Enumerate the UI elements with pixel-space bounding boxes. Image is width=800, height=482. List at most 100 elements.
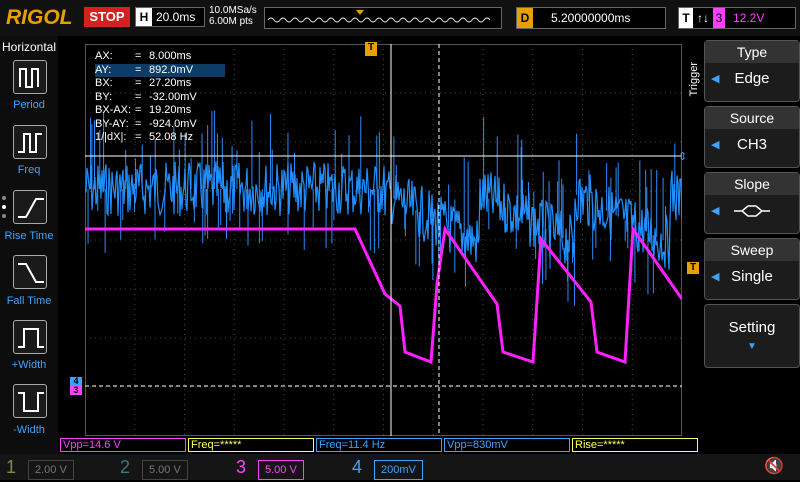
fall-time-icon (18, 263, 44, 283)
negative-width-icon (18, 392, 44, 412)
run-stop-status[interactable]: STOP (84, 7, 130, 27)
negative-width-button[interactable] (13, 384, 47, 418)
readout-value: 52.08 Hz (149, 131, 194, 143)
channel-3-button[interactable]: 3 5.00 V (236, 454, 346, 480)
measurement-item[interactable]: Vpp=14.6 V (60, 438, 186, 452)
sweep-arrow-icon: ◀ (711, 271, 720, 283)
rise-time-button[interactable] (13, 190, 47, 224)
readout-key: BY: (95, 90, 113, 103)
readout-equals: = (135, 117, 142, 130)
trigger-source-button[interactable]: Source ◀ CH3 (704, 106, 800, 168)
trigger-sweep-button[interactable]: Sweep ◀ Single (704, 238, 800, 300)
channel-4-scale: 200mV (374, 460, 423, 480)
channel-1-button[interactable]: 1 2.00 V (6, 454, 116, 480)
readout-equals: = (135, 50, 142, 62)
readout-value: 19.20ms (149, 104, 192, 116)
measurement-item[interactable]: Vpp=830mV (444, 438, 570, 452)
brand-logo: RIGOL (6, 6, 73, 29)
either-edge-icon (734, 205, 770, 217)
positive-width-label: +Width (11, 359, 47, 371)
trigger-level-marker[interactable]: T (687, 262, 699, 274)
channel-3-scale: 5.00 V (258, 460, 304, 480)
trigger-edge-icon: ↑↓ (697, 11, 709, 25)
readout-key: AX: (95, 50, 113, 62)
horizontal-label: H (136, 8, 152, 26)
readout-key: AY: (95, 63, 112, 76)
fall-time-button[interactable] (13, 255, 47, 289)
cursor-readout-row: AX: = 8.000ms (95, 50, 225, 64)
measurement-item[interactable]: Freq=***** (188, 438, 314, 452)
sample-info: 10.0MSa/s 6.00M pts (209, 5, 257, 27)
freq-button[interactable] (13, 125, 47, 159)
measurement-item[interactable]: Freq=11.4 Hz (316, 438, 442, 452)
memory-overview[interactable] (264, 7, 502, 29)
source-value: CH3 (736, 136, 767, 153)
readout-value: -32.00mV (149, 90, 197, 103)
channel-4-button[interactable]: 4 200mV (352, 454, 462, 480)
readout-equals: = (135, 131, 142, 143)
positive-width-icon (18, 328, 44, 348)
trigger-level: 12.2V (733, 11, 765, 25)
cursor-readout-row: BX-AX: = 19.20ms (95, 104, 225, 118)
trigger-status[interactable]: T ↑↓ 3 12.2V (678, 7, 796, 29)
sweep-title: Sweep (705, 239, 799, 261)
readout-equals: = (135, 77, 142, 89)
fall-time-label: Fall Time (6, 295, 52, 307)
cursor-readout-row: BX: = 27.20ms (95, 77, 225, 91)
readout-value: 8.000ms (149, 50, 192, 62)
readout-value: -924.0mV (149, 117, 197, 130)
ch3-ground-marker[interactable]: 3 (70, 386, 82, 395)
negative-width-label: -Width (13, 424, 45, 436)
rise-time-label: Rise Time (4, 230, 54, 242)
positive-width-button[interactable] (13, 320, 47, 354)
rise-time-icon (18, 198, 44, 218)
readout-key: BY-AY: (95, 117, 129, 130)
channel-2-number: 2 (120, 457, 131, 477)
panel-title: Horizontal (2, 40, 57, 54)
delay-label: D (517, 8, 533, 28)
readout-key: 1/|dX|: (95, 131, 127, 143)
memory-depth: 6.00M pts (209, 16, 253, 27)
cursor-readout: AX: = 8.000ms AY: = 892.0mV BX: = 27.20ms BY: = -32… (95, 50, 225, 158)
cursor-a-handle-icon[interactable]: ⇕ (678, 150, 687, 163)
trigger-position-marker[interactable]: T (365, 42, 377, 56)
timebase-value: 20.0ms (156, 10, 196, 24)
channel-1-scale: 2.00 V (28, 460, 74, 480)
trigger-delay[interactable]: D 5.20000000ms (516, 7, 666, 29)
slope-arrow-icon: ◀ (711, 205, 720, 217)
readout-key: BX: (95, 77, 113, 89)
source-title: Source (705, 107, 799, 129)
cursor-readout-row: BY: = -32.00mV (95, 91, 225, 105)
readout-equals: = (135, 104, 142, 116)
channel-3-number: 3 (236, 457, 247, 477)
setting-expand-icon: ▼ (747, 341, 757, 352)
cursor-readout-row: AY: = 892.0mV (95, 63, 225, 77)
trigger-menu-label: Trigger (688, 62, 700, 97)
readout-key: BX-AX: (95, 104, 132, 116)
source-arrow-icon: ◀ (711, 139, 720, 151)
freq-label: Freq (17, 164, 41, 176)
trigger-setting-button[interactable]: Setting ▼ (704, 304, 800, 368)
channel-1-number: 1 (6, 457, 17, 477)
period-button[interactable] (13, 60, 47, 94)
sample-rate: 10.0MSa/s (209, 5, 257, 16)
trigger-channel-badge: 3 (713, 8, 725, 28)
readout-value: 892.0mV (149, 63, 194, 76)
period-label: Period (13, 99, 45, 111)
trigger-menu: Type ◀ Edge Source ◀ CH3 Slope ◀ Sweep ◀ Si… (704, 40, 800, 454)
trigger-slope-button[interactable]: Slope ◀ (704, 172, 800, 234)
readout-value: 27.20ms (149, 77, 192, 89)
channel-2-button[interactable]: 2 5.00 V (120, 454, 230, 480)
setting-title: Setting (728, 319, 776, 336)
slope-title: Slope (705, 173, 799, 195)
horizontal-timebase[interactable]: H 20.0ms (135, 7, 205, 27)
measurement-item[interactable]: Rise=***** (572, 438, 698, 452)
trigger-type-button[interactable]: Type ◀ Edge (704, 40, 800, 102)
cursor-readout-row: 1/|dX|: = 52.08 Hz (95, 131, 225, 145)
trigger-label: T (679, 8, 693, 28)
channel-4-number: 4 (352, 457, 363, 477)
speaker-mute-icon[interactable]: 🔇 (764, 454, 794, 480)
type-value: Edge (734, 70, 770, 87)
delay-value: 5.20000000ms (551, 11, 631, 25)
freq-icon (18, 133, 42, 153)
